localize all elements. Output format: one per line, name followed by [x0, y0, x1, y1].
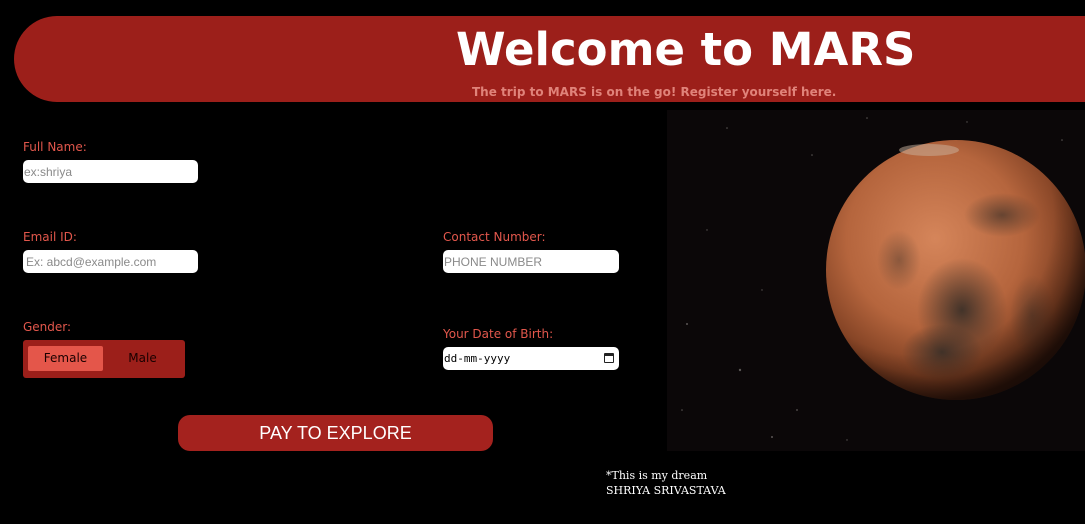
gender-selector: Female Male [23, 340, 185, 378]
footer-note-line-2: SHRIYA SRIVASTAVA [606, 484, 726, 497]
dob-placeholder: dd-mm-yyyy [444, 352, 511, 365]
gender-label: Gender: [23, 320, 72, 334]
calendar-icon[interactable] [604, 353, 614, 363]
email-label: Email ID: [23, 230, 77, 244]
gender-option-female[interactable]: Female [28, 346, 103, 371]
email-input[interactable] [23, 250, 198, 273]
footer-note: *This is my dream SHRIYA SRIVASTAVA [606, 468, 726, 498]
contact-number-label: Contact Number: [443, 230, 546, 244]
page-subtitle: The trip to MARS is on the go! Register … [472, 85, 837, 99]
dob-date-input[interactable]: dd-mm-yyyy [443, 347, 619, 370]
page-title: Welcome to MARS [456, 23, 916, 76]
mars-planet-image [667, 110, 1085, 451]
contact-number-input[interactable] [443, 250, 619, 273]
footer-note-line-1: *This is my dream [606, 469, 708, 482]
gender-option-male[interactable]: Male [105, 346, 180, 371]
dob-label: Your Date of Birth: [443, 327, 554, 341]
full-name-input[interactable] [23, 160, 198, 183]
pay-to-explore-button[interactable]: PAY TO EXPLORE [178, 415, 493, 451]
full-name-label: Full Name: [23, 140, 87, 154]
